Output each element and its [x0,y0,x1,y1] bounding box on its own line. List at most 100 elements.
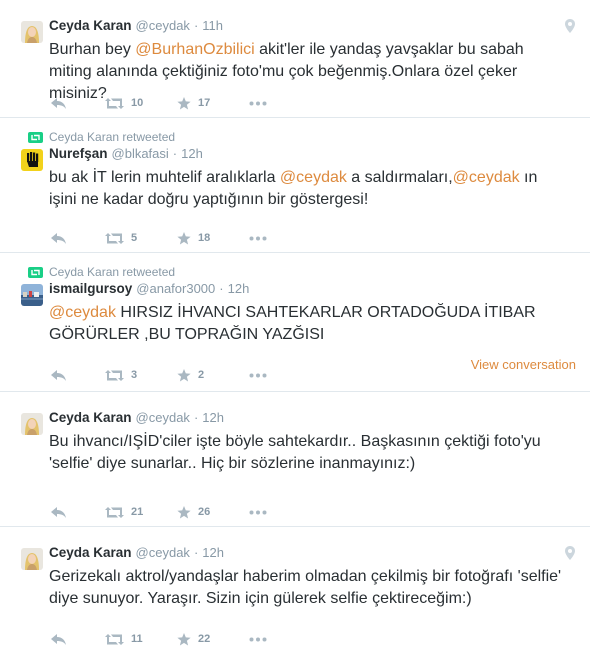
author-name[interactable]: Ceyda Karan [49,17,132,34]
retweet-context-icon [28,267,43,278]
author-username[interactable]: @ceydak [136,544,190,561]
tweet-header: Ceyda Karan @ceydak · 12h [49,544,224,561]
author-name[interactable]: Nurefşan [49,145,108,162]
timestamp[interactable]: 12h [181,145,203,162]
mention-link[interactable]: @ceydak [49,304,116,321]
reply-button[interactable] [51,633,67,645]
more-button[interactable] [249,236,267,241]
tweet-text-segment: a saldırmaları, [346,169,453,186]
retweet-icon [105,369,124,381]
tweet[interactable]: Ceyda Karan retweeted ismailgursoy @anafor… [0,253,590,392]
reply-icon [51,369,67,381]
tweet-header: ismailgursoy @anafor3000 · 12h [49,280,249,297]
tweet-text: @ceydak HIRSIZ İHVANCI SAHTEKARLAR ORTAD… [49,302,566,346]
more-button[interactable] [249,637,267,642]
more-button[interactable] [249,510,267,515]
retweet-count: 3 [131,369,138,381]
retweet-icon [105,97,124,109]
tweet-header: Ceyda Karan @ceydak · 11h [49,17,223,34]
view-conversation-link[interactable]: View conversation [471,357,576,372]
retweet-count: 21 [131,506,144,518]
tweet-text-segment: HIRSIZ İHVANCI SAHTEKARLAR ORTADOĞUDA İT… [49,304,536,343]
separator-dot: · [172,146,178,161]
timestamp[interactable]: 11h [202,17,223,34]
retweet-button[interactable]: 3 [105,369,137,381]
author-username[interactable]: @anafor3000 [136,280,215,297]
reply-button[interactable] [51,369,67,381]
reply-icon [51,232,67,244]
favorite-count: 17 [198,97,211,109]
tweet[interactable]: Ceyda Karan @ceydak · 12h Gerizekalı aktrol/… [0,527,590,650]
tweet-text: Gerizekalı aktrol/yandaşlar haberim olma… [49,566,566,610]
location-pin-icon[interactable] [565,19,575,33]
retweet-icon [105,506,124,518]
star-icon [177,632,191,646]
retweet-count: 10 [131,97,144,109]
favorite-count: 26 [198,506,211,518]
separator-dot: · [219,281,224,296]
retweet-context[interactable]: Ceyda Karan retweeted [49,130,175,144]
star-icon [177,368,191,382]
more-dots-icon [249,373,267,378]
favorite-button[interactable]: 17 [177,96,211,110]
avatar[interactable] [21,413,43,435]
more-dots-icon [249,637,267,642]
star-icon [177,96,191,110]
mention-link[interactable]: @ceydak [453,169,520,186]
reply-icon [51,633,67,645]
star-icon [177,231,191,245]
retweet-context[interactable]: Ceyda Karan retweeted [49,265,175,279]
favorite-count: 2 [198,369,205,381]
tweet[interactable]: Ceyda Karan @ceydak · 12h Bu ihvancı/IŞİD'ci… [0,392,590,527]
author-username[interactable]: @blkafasi [112,145,169,162]
tweet-timeline: Ceyda Karan @ceydak · 11h Burhan bey @Burhan… [0,0,590,650]
favorite-button[interactable]: 22 [177,632,211,646]
favorite-button[interactable]: 26 [177,505,211,519]
timestamp[interactable]: 12h [202,544,224,561]
author-name[interactable]: Ceyda Karan [49,544,132,561]
tweet-actions: 10 17 [49,91,590,115]
tweet-actions: 5 18 [49,226,590,250]
tweet[interactable]: Ceyda Karan retweeted Nurefşan @blkafasi · 1… [0,118,590,253]
timestamp[interactable]: 12h [228,280,250,297]
tweet[interactable]: Ceyda Karan @ceydak · 11h Burhan bey @Burhan… [0,0,590,118]
retweet-button[interactable]: 10 [105,97,143,109]
more-button[interactable] [249,373,267,378]
mention-link[interactable]: @ceydak [280,169,347,186]
retweet-button[interactable]: 5 [105,232,137,244]
author-name[interactable]: Ceyda Karan [49,409,132,426]
avatar[interactable] [21,548,43,570]
retweet-count: 5 [131,232,138,244]
avatar[interactable] [21,149,43,171]
more-dots-icon [249,510,267,515]
reply-icon [51,506,67,518]
retweet-button[interactable]: 11 [105,633,143,645]
reply-button[interactable] [51,506,67,518]
more-button[interactable] [249,101,267,106]
reply-button[interactable] [51,232,67,244]
star-icon [177,505,191,519]
author-username[interactable]: @ceydak [136,17,190,34]
avatar[interactable] [21,284,43,306]
favorite-button[interactable]: 2 [177,368,205,382]
tweet-actions: 21 26 [49,500,590,524]
tweet-text-segment: Bu ihvancı/IŞİD'ciler işte böyle sahteka… [49,433,541,472]
mention-link[interactable]: @BurhanOzbilici [135,41,254,58]
author-username[interactable]: @ceydak [136,409,190,426]
tweet-actions: 3 2 View conversation [49,357,590,387]
location-pin-icon[interactable] [565,546,575,560]
reply-button[interactable] [51,97,67,109]
retweet-icon [105,633,124,645]
author-name[interactable]: ismailgursoy [49,280,132,297]
timestamp[interactable]: 12h [202,409,224,426]
favorite-button[interactable]: 18 [177,231,210,245]
retweet-count: 11 [131,633,143,645]
more-dots-icon [249,236,267,241]
avatar[interactable] [21,21,43,43]
retweet-button[interactable]: 21 [105,506,143,518]
tweet-actions: 11 22 [49,627,590,650]
tweet-text: Bu ihvancı/IŞİD'ciler işte böyle sahteka… [49,431,566,475]
tweet-text-segment: Gerizekalı aktrol/yandaşlar haberim olma… [49,568,562,607]
separator-dot: · [193,18,199,33]
favorite-count: 22 [198,633,211,645]
